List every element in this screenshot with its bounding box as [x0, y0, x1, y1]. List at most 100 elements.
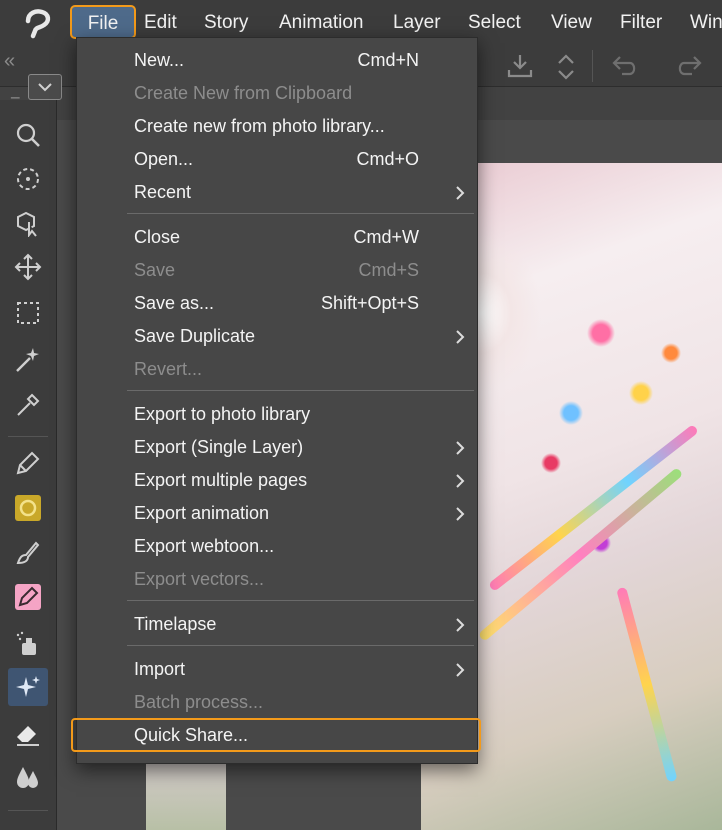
brush-tool[interactable] [8, 534, 48, 572]
menu-item-label: Export vectors... [134, 569, 265, 589]
menu-file[interactable]: File [70, 5, 136, 39]
menu-item-label: Revert... [134, 359, 203, 379]
menu-item-label: Open... [134, 149, 194, 169]
pen-tool[interactable] [8, 444, 48, 482]
airbrush-tool[interactable] [8, 624, 48, 662]
blend-icon [17, 767, 38, 788]
rotate-icon [17, 168, 39, 190]
brush-icon [16, 541, 40, 565]
eraser-tool[interactable] [8, 714, 48, 752]
chevron-right-icon [456, 663, 465, 677]
eyedropper-icon [17, 393, 40, 416]
move-tool[interactable] [8, 248, 48, 286]
menu-item-label: Recent [134, 182, 192, 202]
menu-item-export-animation[interactable]: Export animation [77, 497, 477, 530]
marker-tool[interactable] [8, 578, 48, 616]
eraser-icon [17, 726, 39, 746]
menu-item-export-vectors: Export vectors... [77, 563, 477, 596]
selection-tool[interactable] [8, 294, 48, 332]
quick-share-highlight [71, 718, 481, 752]
menu-item-recent[interactable]: Recent [77, 176, 477, 209]
pencil-yellow-icon [15, 495, 41, 521]
menu-item-timelapse[interactable]: Timelapse [77, 608, 477, 641]
menu-item-label: Batch process... [134, 692, 264, 712]
clip-studio-logo-icon[interactable] [22, 7, 56, 39]
chevron-right-icon [456, 618, 465, 632]
artwork-canvas-edge [146, 755, 226, 830]
auto-select-tool[interactable] [8, 340, 48, 378]
zoom-tool[interactable] [8, 116, 48, 154]
chevron-right-icon [456, 186, 465, 200]
menu-separator [127, 213, 474, 214]
menu-item-save: Save Cmd+S [77, 254, 477, 287]
tool-divider [8, 436, 48, 437]
move-icon [14, 253, 42, 281]
download-icon[interactable] [505, 52, 535, 80]
menu-item-batch-process: Batch process... [77, 686, 477, 719]
menu-item-shortcut: Cmd+N [357, 50, 419, 70]
menu-item-save-duplicate[interactable]: Save Duplicate [77, 320, 477, 353]
eyedropper-tool[interactable] [8, 386, 48, 424]
chevron-right-icon [456, 330, 465, 344]
zoom-icon [16, 123, 40, 147]
decoration-tool[interactable] [8, 668, 48, 706]
menu-item-export-to-photo-library[interactable]: Export to photo library [77, 398, 477, 431]
menu-item-create-new-from-clipboard: Create New from Clipboard [77, 77, 477, 110]
menu-separator [127, 645, 474, 646]
menu-item-shortcut: Cmd+W [353, 227, 419, 247]
menu-item-label: Export webtoon... [134, 536, 275, 556]
menu-item-shortcut: Cmd+O [356, 149, 419, 169]
chevron-right-icon [456, 474, 465, 488]
double-chevron-left-icon[interactable]: « [4, 50, 15, 73]
menu-item-revert: Revert... [77, 353, 477, 386]
chevron-right-icon [456, 441, 465, 455]
airbrush-icon [16, 631, 36, 655]
menu-separator [127, 390, 474, 391]
menu-separator [127, 600, 474, 601]
menu-item-label: Create new from photo library... [134, 116, 385, 136]
toolbar-divider [592, 50, 593, 82]
menu-view[interactable]: View [551, 0, 592, 46]
menu-item-export-multiple-pages[interactable]: Export multiple pages [77, 464, 477, 497]
menu-item-label: Export multiple pages [134, 470, 308, 490]
menu-item-export-single-layer[interactable]: Export (Single Layer) [77, 431, 477, 464]
pencil-tool[interactable] [8, 489, 48, 527]
blend-tool[interactable] [8, 758, 48, 796]
selection-rect-icon [17, 302, 39, 324]
auto-select-wand-icon [16, 348, 39, 372]
rotate-tool[interactable] [8, 160, 48, 198]
up-down-arrows-icon[interactable] [555, 52, 577, 82]
menu-item-close[interactable]: Close Cmd+W [77, 221, 477, 254]
marker-pink-icon [15, 584, 41, 610]
tool-divider [8, 810, 48, 811]
menu-item-label: Import [134, 659, 186, 679]
object-select-icon [17, 211, 37, 237]
pen-icon [16, 451, 40, 475]
menu-item-create-new-from-photo-library[interactable]: Create new from photo library... [77, 110, 477, 143]
menu-item-shortcut: Cmd+S [358, 260, 419, 280]
chevron-right-icon [456, 507, 465, 521]
tool-bar [0, 100, 57, 830]
palette-dropdown-button[interactable] [28, 74, 62, 100]
undo-icon[interactable] [610, 53, 640, 79]
menu-filter[interactable]: Filter [620, 0, 662, 46]
menu-item-save-as[interactable]: Save as... Shift+Opt+S [77, 287, 477, 320]
menu-item-label: Save [134, 260, 176, 280]
chevron-down-icon [38, 83, 52, 92]
menu-item-shortcut: Shift+Opt+S [320, 293, 419, 313]
menu-item-label: Export to photo library [134, 404, 311, 424]
menu-item-open[interactable]: Open... Cmd+O [77, 143, 477, 176]
menu-item-label: New... [134, 50, 185, 70]
menu-window[interactable]: Win [690, 0, 722, 46]
menu-item-label: Export (Single Layer) [134, 437, 304, 457]
menu-item-label: Create New from Clipboard [134, 83, 353, 103]
menu-item-import[interactable]: Import [77, 653, 477, 686]
object-tool[interactable] [8, 204, 48, 242]
menu-item-new[interactable]: New... Cmd+N [77, 44, 477, 77]
decoration-sparkle-icon [16, 676, 40, 697]
menu-item-label: Export animation [134, 503, 270, 523]
menu-item-export-webtoon[interactable]: Export webtoon... [77, 530, 477, 563]
redo-icon[interactable] [674, 53, 704, 79]
menu-item-label: Close [134, 227, 181, 247]
menu-item-label: Timelapse [134, 614, 217, 634]
